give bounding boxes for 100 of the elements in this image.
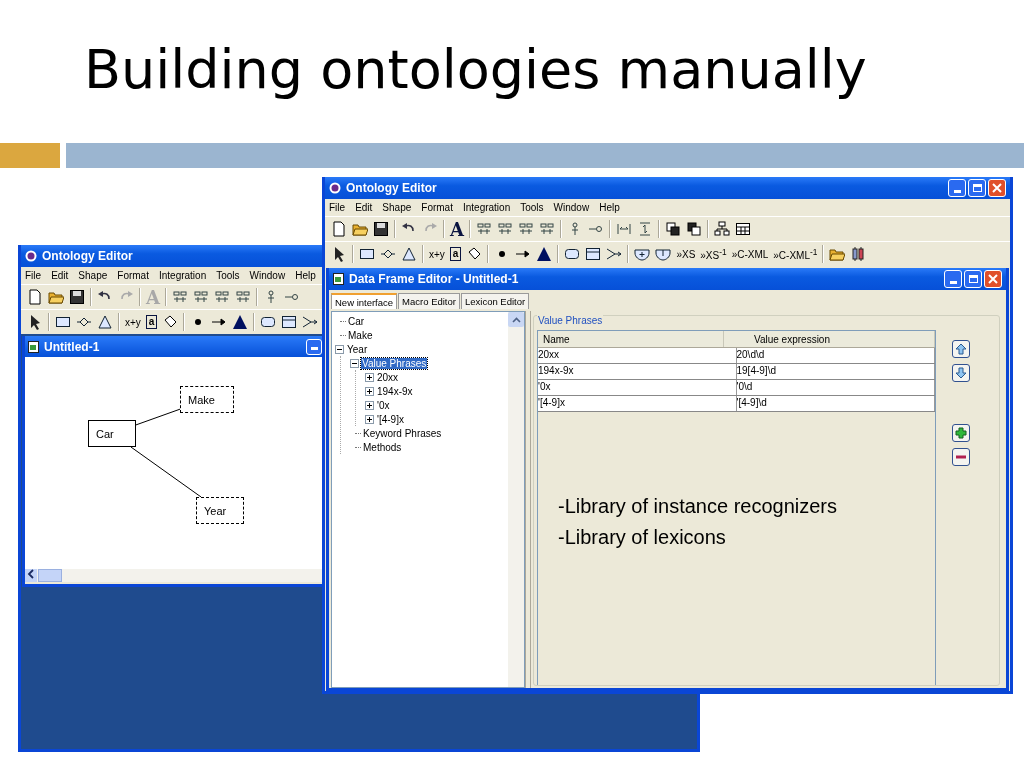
- save-icon[interactable]: [373, 221, 389, 237]
- fork-arrow-icon[interactable]: [606, 246, 623, 262]
- menu-item[interactable]: Integration: [462, 202, 511, 213]
- new-file-icon[interactable]: [331, 221, 347, 237]
- table-icon[interactable]: [734, 221, 751, 237]
- save-icon[interactable]: [69, 289, 85, 305]
- close-button[interactable]: [988, 179, 1006, 197]
- toolbar-button[interactable]: a: [145, 315, 158, 329]
- add-button[interactable]: [952, 424, 970, 442]
- toolbar-button[interactable]: »XS$^{-1}$: [700, 246, 727, 262]
- remove-button[interactable]: [952, 448, 970, 466]
- menu-item[interactable]: Window: [249, 270, 286, 281]
- arrow-down-icon: [955, 367, 967, 379]
- expand-toggle[interactable]: [365, 386, 375, 396]
- toolbar-button[interactable]: »XS: [676, 248, 696, 260]
- rounded-rectangle-icon[interactable]: [260, 314, 277, 330]
- frame-icon[interactable]: [585, 246, 602, 262]
- expand-toggle[interactable]: [365, 414, 375, 424]
- folder-icon[interactable]: [352, 221, 368, 237]
- maximize-button[interactable]: [964, 270, 982, 288]
- column-header[interactable]: Value expression: [724, 331, 935, 347]
- tree-item[interactable]: '0x: [376, 399, 391, 411]
- table-cell: '[4-9]x: [538, 396, 737, 411]
- close-button[interactable]: [984, 270, 1002, 288]
- align-icon[interactable]: [517, 221, 534, 237]
- tab[interactable]: Lexicon Editor: [460, 293, 530, 309]
- tab[interactable]: New interface: [331, 293, 398, 309]
- toolbar-button[interactable]: »C-XML: [731, 248, 769, 260]
- filled-triangle-icon[interactable]: [232, 314, 249, 330]
- toolbar-button[interactable]: A: [450, 218, 464, 240]
- align-icon[interactable]: [192, 289, 209, 305]
- align-icon[interactable]: [538, 221, 555, 237]
- scroll-up-button[interactable]: [508, 312, 524, 327]
- menu-item[interactable]: Help: [295, 270, 316, 281]
- minimize-button[interactable]: [944, 270, 962, 288]
- tree-item[interactable]: Year: [346, 343, 369, 355]
- expand-toggle[interactable]: [365, 372, 375, 382]
- minimize-button[interactable]: [948, 179, 966, 197]
- move-up-button[interactable]: [952, 340, 970, 358]
- hierarchy-icon[interactable]: [713, 221, 730, 237]
- menu-item[interactable]: Window: [553, 202, 590, 213]
- maximize-button[interactable]: [968, 179, 986, 197]
- tree-item[interactable]: 194x-9x: [376, 385, 414, 397]
- rectangle-icon[interactable]: [55, 314, 71, 330]
- menu-item[interactable]: Integration: [158, 270, 207, 281]
- tab[interactable]: Macro Editor: [398, 293, 460, 309]
- folder-icon[interactable]: [829, 246, 846, 262]
- shield-icon[interactable]: [655, 246, 672, 262]
- menu-item[interactable]: Help: [599, 202, 620, 213]
- rectangle-icon[interactable]: [359, 246, 375, 262]
- shield-plus-icon[interactable]: [634, 246, 651, 262]
- toolbar-button[interactable]: x+y: [125, 316, 141, 328]
- folder-icon[interactable]: [48, 289, 64, 305]
- triangle-icon[interactable]: [401, 246, 417, 262]
- menu-item[interactable]: Format: [421, 202, 453, 213]
- menu-item[interactable]: File: [329, 202, 346, 213]
- tree-item[interactable]: Value Phrases: [361, 357, 428, 369]
- filled-triangle-icon[interactable]: [536, 246, 553, 262]
- collapse-toggle[interactable]: [350, 358, 360, 368]
- menu-item[interactable]: Shape: [382, 202, 412, 213]
- close-icon: [992, 183, 1002, 193]
- menu-item[interactable]: Edit: [355, 202, 373, 213]
- align-icon[interactable]: [475, 221, 492, 237]
- minimize-button[interactable]: [306, 338, 322, 355]
- menu-item[interactable]: Edit: [51, 270, 69, 281]
- diagram-node: Car: [88, 420, 136, 447]
- menu-item[interactable]: Format: [117, 270, 149, 281]
- tree-item[interactable]: Keyword Phrases: [362, 427, 443, 439]
- layers-icon[interactable]: [685, 221, 702, 237]
- move-down-button[interactable]: [952, 364, 970, 382]
- align-icon[interactable]: [234, 289, 251, 305]
- tree-item[interactable]: Make: [347, 329, 374, 341]
- scroll-left-button[interactable]: [25, 569, 37, 582]
- tree-item[interactable]: '[4-9]x: [376, 413, 405, 425]
- menu-item[interactable]: Tools: [216, 270, 240, 281]
- group-title: Value Phrases: [537, 315, 604, 326]
- align-icon[interactable]: [213, 289, 230, 305]
- tree-item[interactable]: Methods: [362, 441, 403, 453]
- menu-item[interactable]: Shape: [78, 270, 108, 281]
- plug-icon[interactable]: [850, 246, 867, 262]
- tree-item[interactable]: 20xx: [376, 371, 400, 383]
- rounded-rectangle-icon[interactable]: [564, 246, 581, 262]
- toolbar-button[interactable]: x+y: [429, 248, 445, 260]
- scrollbar-thumb[interactable]: [38, 569, 62, 582]
- tree-item[interactable]: Car: [347, 315, 366, 327]
- layers-icon[interactable]: [664, 221, 681, 237]
- scrollbar[interactable]: [25, 569, 325, 582]
- frame-icon[interactable]: [281, 314, 298, 330]
- menu-item[interactable]: Tools: [520, 202, 544, 213]
- expand-toggle[interactable]: [365, 400, 375, 410]
- align-icon[interactable]: [496, 221, 513, 237]
- toolbar-button[interactable]: a: [449, 247, 462, 261]
- align-icon[interactable]: [171, 289, 188, 305]
- menu-item[interactable]: File: [25, 270, 42, 281]
- toolbar-button[interactable]: »C-XML$^{-1}$: [773, 246, 818, 262]
- triangle-icon[interactable]: [97, 314, 113, 330]
- collapse-toggle[interactable]: [335, 344, 345, 354]
- column-header[interactable]: Name: [538, 331, 724, 347]
- fork-arrow-icon[interactable]: [302, 314, 319, 330]
- new-file-icon[interactable]: [27, 289, 43, 305]
